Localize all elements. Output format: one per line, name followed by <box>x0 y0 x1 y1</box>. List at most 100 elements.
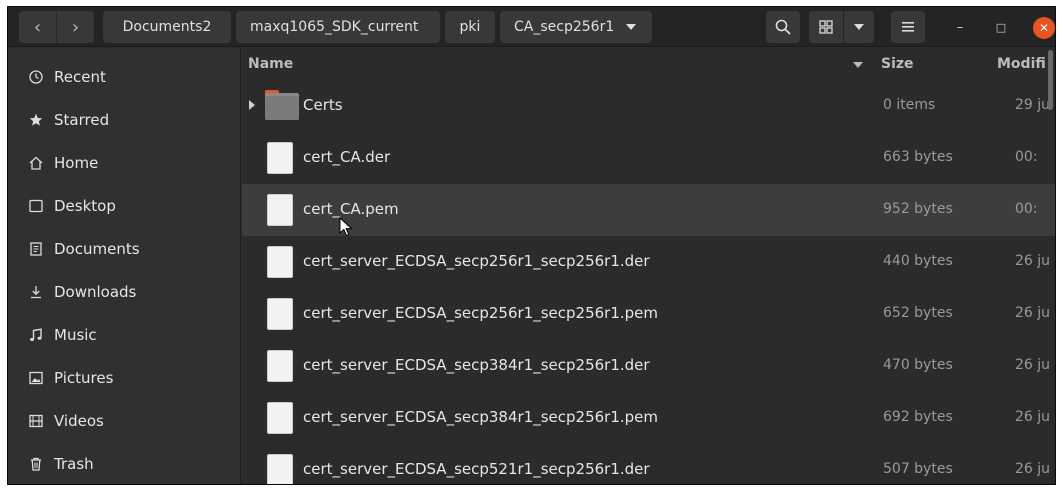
file-name: cert_server_ECDSA_secp521r1_secp256r1.de… <box>303 460 650 478</box>
sidebar-item-label: Home <box>54 154 99 172</box>
maximize-icon: □ <box>995 20 1007 34</box>
minimize-icon: – <box>956 19 964 35</box>
breadcrumb-sdk[interactable]: maxq1065_SDK_current <box>236 11 440 43</box>
download-icon <box>28 284 44 300</box>
sidebar-item-label: Starred <box>54 111 110 129</box>
sidebar-item-label: Pictures <box>54 369 114 387</box>
document-icon <box>28 241 44 257</box>
sidebar-item-label: Downloads <box>54 283 137 301</box>
file-row[interactable]: cert_server_ECDSA_secp256r1_secp256r1.pe… <box>242 288 1055 340</box>
expander-arrow-icon[interactable] <box>249 100 255 110</box>
file-name: cert_server_ECDSA_secp384r1_secp256r1.pe… <box>303 408 659 426</box>
file-name: Certs <box>303 96 343 114</box>
view-options-button[interactable] <box>844 11 874 43</box>
file-icon <box>267 246 293 278</box>
trash-icon <box>28 456 44 472</box>
file-modified: 26 ju <box>1015 409 1051 425</box>
sidebar-item-trash[interactable]: Trash <box>8 444 240 484</box>
sidebar-item-label: Desktop <box>54 197 116 215</box>
star-icon <box>28 112 44 128</box>
file-list: Name Size Modifi Certs 0 items 29 ju cer… <box>242 48 1055 484</box>
sidebar-item-videos[interactable]: Videos <box>8 401 240 441</box>
file-size: 440 bytes <box>883 253 953 269</box>
file-manager-window: ‹ › Documents2 maxq1065_SDK_current pki … <box>7 6 1056 485</box>
sidebar-item-downloads[interactable]: Downloads <box>8 272 240 312</box>
sidebar-item-music[interactable]: Music <box>8 315 240 355</box>
sidebar-item-pictures[interactable]: Pictures <box>8 358 240 398</box>
file-row[interactable]: cert_server_ECDSA_secp256r1_secp256r1.de… <box>242 236 1055 288</box>
video-icon <box>28 413 44 429</box>
file-row[interactable]: cert_CA.der 663 bytes 00: <box>242 132 1055 184</box>
file-row[interactable]: cert_server_ECDSA_secp384r1_secp256r1.de… <box>242 340 1055 392</box>
file-icon <box>267 298 293 330</box>
grid-view-icon <box>819 20 833 34</box>
navigation-buttons: ‹ › <box>19 11 94 43</box>
file-modified: 26 ju <box>1015 253 1051 269</box>
column-size[interactable]: Size <box>881 56 914 72</box>
column-name[interactable]: Name <box>248 56 293 72</box>
file-row[interactable]: cert_server_ECDSA_secp384r1_secp256r1.pe… <box>242 392 1055 444</box>
close-button[interactable]: ✕ <box>1033 17 1055 39</box>
column-modified[interactable]: Modifi <box>997 56 1046 72</box>
forward-button[interactable]: › <box>56 11 94 43</box>
view-toggle-button[interactable] <box>809 11 843 43</box>
file-icon <box>267 350 293 382</box>
breadcrumb-pki[interactable]: pki <box>445 11 495 43</box>
file-size: 507 bytes <box>883 461 953 477</box>
mouse-cursor-icon <box>339 217 353 237</box>
file-modified: 00: <box>1015 149 1038 165</box>
file-modified: 29 ju <box>1015 97 1051 113</box>
sidebar-item-label: Recent <box>54 68 106 86</box>
file-icon <box>267 402 293 434</box>
sidebar-item-label: Videos <box>54 412 104 430</box>
desktop-icon <box>28 198 44 214</box>
sidebar-item-label: Music <box>54 326 97 344</box>
sidebar-item-starred[interactable]: Starred <box>8 100 240 140</box>
file-modified: 26 ju <box>1015 305 1051 321</box>
close-icon: ✕ <box>1038 21 1050 35</box>
file-size: 663 bytes <box>883 149 953 165</box>
file-size: 470 bytes <box>883 357 953 373</box>
sidebar-item-label: Trash <box>54 455 94 473</box>
file-size: 692 bytes <box>883 409 953 425</box>
chevron-left-icon: ‹ <box>33 16 42 38</box>
scrollbar[interactable] <box>1048 50 1053 110</box>
file-modified: 00: <box>1015 201 1038 217</box>
chevron-right-icon: › <box>71 16 80 38</box>
folder-row-certs[interactable]: Certs 0 items 29 ju <box>242 80 1055 132</box>
picture-icon <box>28 370 44 386</box>
file-icon <box>267 454 293 484</box>
file-name: cert_CA.der <box>303 148 391 166</box>
sidebar-item-home[interactable]: Home <box>8 143 240 183</box>
minimize-button[interactable]: – <box>950 17 970 37</box>
column-header: Name Size Modifi <box>242 48 1055 80</box>
home-icon <box>28 155 44 171</box>
sidebar-item-label: Documents <box>54 240 140 258</box>
sidebar: Recent Starred Home Desktop Documents Do… <box>8 48 241 484</box>
file-name: cert_server_ECDSA_secp384r1_secp256r1.de… <box>303 356 650 374</box>
sidebar-item-recent[interactable]: Recent <box>8 57 240 97</box>
file-icon <box>267 194 293 226</box>
file-icon <box>267 142 293 174</box>
sidebar-item-documents[interactable]: Documents <box>8 229 240 269</box>
sort-descending-icon[interactable] <box>853 62 863 68</box>
header-bar: ‹ › Documents2 maxq1065_SDK_current pki … <box>8 7 1055 47</box>
maximize-button[interactable]: □ <box>991 17 1011 37</box>
file-name: cert_CA.pem <box>303 200 399 218</box>
sidebar-item-desktop[interactable]: Desktop <box>8 186 240 226</box>
breadcrumb-documents2[interactable]: Documents2 <box>103 11 231 43</box>
main-menu-button[interactable] <box>891 11 925 43</box>
file-name: cert_server_ECDSA_secp256r1_secp256r1.de… <box>303 252 650 270</box>
file-row[interactable]: cert_server_ECDSA_secp521r1_secp256r1.de… <box>242 444 1055 484</box>
chevron-down-icon <box>626 24 637 30</box>
hamburger-icon <box>902 22 914 32</box>
file-size: 952 bytes <box>883 201 953 217</box>
file-name: cert_server_ECDSA_secp256r1_secp256r1.pe… <box>303 304 659 322</box>
file-row-hovered[interactable]: cert_CA.pem 952 bytes 00: <box>242 184 1055 236</box>
chevron-down-icon <box>854 24 864 30</box>
breadcrumb-current-folder[interactable]: CA_secp256r1 <box>500 11 652 43</box>
search-button[interactable] <box>766 11 800 43</box>
back-button[interactable]: ‹ <box>19 11 56 43</box>
music-icon <box>28 327 44 343</box>
clock-icon <box>28 69 44 85</box>
